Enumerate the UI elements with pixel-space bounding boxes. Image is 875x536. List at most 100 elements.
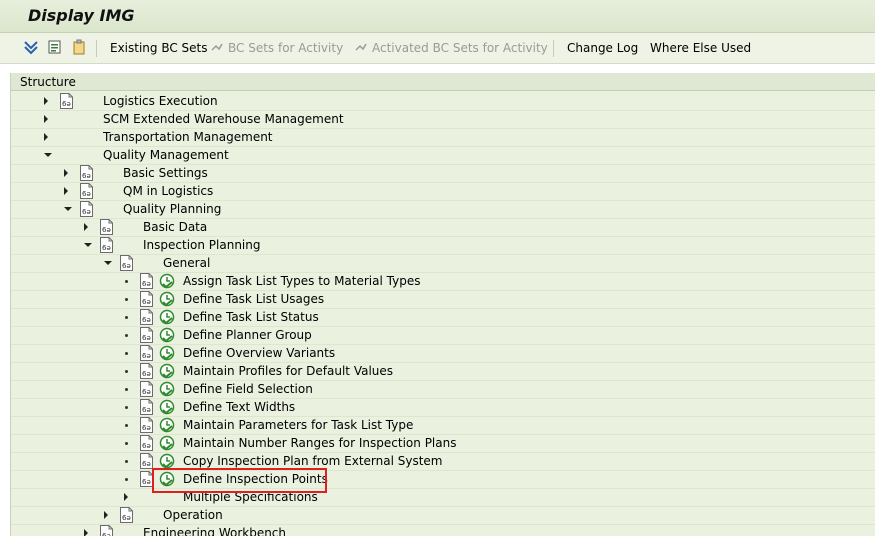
execute-activity-icon[interactable]: [159, 381, 175, 397]
tree-row[interactable]: 6ə Maintain Number Ranges for Inspection …: [11, 434, 875, 453]
execute-activity-icon[interactable]: [159, 417, 175, 433]
tree-node-label[interactable]: Define Overview Variants: [183, 346, 335, 360]
documentation-icon[interactable]: 6ə: [139, 381, 154, 397]
tree-node-label[interactable]: General: [163, 256, 210, 270]
tree-node-label[interactable]: Maintain Number Ranges for Inspection Pl…: [183, 436, 456, 450]
expand-node-icon[interactable]: [44, 97, 48, 105]
tree-node-label[interactable]: Quality Planning: [123, 202, 221, 216]
tree-node-label[interactable]: Transportation Management: [103, 130, 273, 144]
collapse-node-icon[interactable]: [84, 243, 92, 247]
tree-row[interactable]: 6ə Define Text Widths: [11, 398, 875, 417]
tree-row[interactable]: 6ə Engineering Workbench: [11, 524, 875, 536]
tree-row[interactable]: 6ə Define Planner Group: [11, 326, 875, 345]
tree-row[interactable]: 6ə Maintain Profiles for Default Values: [11, 362, 875, 381]
expand-node-icon[interactable]: [124, 493, 128, 501]
clipboard-icon[interactable]: [71, 39, 87, 55]
tree-row[interactable]: 6ə Define Inspection Points: [11, 470, 875, 489]
tree-row[interactable]: 6ə Inspection Planning: [11, 236, 875, 255]
tree-node-label[interactable]: Maintain Parameters for Task List Type: [183, 418, 413, 432]
tree-node-label[interactable]: Logistics Execution: [103, 94, 218, 108]
documentation-icon[interactable]: 6ə: [79, 165, 94, 181]
tree-node-label[interactable]: Define Planner Group: [183, 328, 312, 342]
where-else-used-button[interactable]: Where Else Used: [650, 41, 751, 55]
documentation-icon[interactable]: 6ə: [139, 363, 154, 379]
tree-node-label[interactable]: Define Field Selection: [183, 382, 313, 396]
tree-row[interactable]: 6ə Define Task List Usages: [11, 290, 875, 309]
tree-row[interactable]: 6ə Maintain Parameters for Task List Type: [11, 416, 875, 435]
tree-row[interactable]: 6ə Copy Inspection Plan from External Sys…: [11, 452, 875, 471]
tree-row[interactable]: 6ə Define Overview Variants: [11, 344, 875, 363]
activated-bc-sets-button[interactable]: Activated BC Sets for Activity: [372, 41, 548, 55]
documentation-icon[interactable]: 6ə: [139, 417, 154, 433]
tree-row[interactable]: 6ə Define Task List Status: [11, 308, 875, 327]
tree-node-label[interactable]: Copy Inspection Plan from External Syste…: [183, 454, 442, 468]
expand-node-icon[interactable]: [64, 169, 68, 177]
tree-node-label[interactable]: Operation: [163, 508, 223, 522]
tree-row[interactable]: Transportation Management: [11, 128, 875, 147]
tree-node-label[interactable]: Basic Data: [143, 220, 207, 234]
tree-row[interactable]: 6ə Basic Data: [11, 218, 875, 237]
tree-node-label[interactable]: Quality Management: [103, 148, 229, 162]
tree-node-label[interactable]: Inspection Planning: [143, 238, 261, 252]
tree-row[interactable]: 6ə Operation: [11, 506, 875, 525]
documentation-icon[interactable]: 6ə: [99, 525, 114, 536]
tree-row[interactable]: 6ə QM in Logistics: [11, 182, 875, 201]
expand-node-icon[interactable]: [84, 223, 88, 231]
execute-activity-icon[interactable]: [159, 327, 175, 343]
documentation-icon[interactable]: 6ə: [139, 399, 154, 415]
tree-row[interactable]: 6ə Basic Settings: [11, 164, 875, 183]
tree-node-label[interactable]: Define Text Widths: [183, 400, 295, 414]
tree-row[interactable]: Multiple Specifications: [11, 488, 875, 507]
documentation-icon[interactable]: 6ə: [119, 255, 134, 271]
execute-activity-icon[interactable]: [159, 345, 175, 361]
documentation-icon[interactable]: 6ə: [59, 93, 74, 109]
documentation-icon[interactable]: 6ə: [139, 345, 154, 361]
tree-node-label[interactable]: Define Task List Status: [183, 310, 319, 324]
collapse-icon[interactable]: [47, 39, 63, 55]
documentation-icon[interactable]: 6ə: [139, 291, 154, 307]
documentation-icon[interactable]: 6ə: [99, 237, 114, 253]
tree-node-label[interactable]: QM in Logistics: [123, 184, 213, 198]
collapse-node-icon[interactable]: [44, 153, 52, 157]
tree-node-label[interactable]: Basic Settings: [123, 166, 208, 180]
documentation-icon[interactable]: 6ə: [139, 309, 154, 325]
documentation-icon[interactable]: 6ə: [139, 273, 154, 289]
tree-row[interactable]: SCM Extended Warehouse Management: [11, 110, 875, 129]
execute-activity-icon[interactable]: [159, 363, 175, 379]
tree-node-label[interactable]: Assign Task List Types to Material Types: [183, 274, 420, 288]
tree-row[interactable]: 6ə Logistics Execution: [11, 92, 875, 111]
tree-node-label[interactable]: Define Task List Usages: [183, 292, 324, 306]
collapse-node-icon[interactable]: [104, 261, 112, 265]
tree-row[interactable]: 6ə General: [11, 254, 875, 273]
documentation-icon[interactable]: 6ə: [99, 219, 114, 235]
existing-bc-sets-button[interactable]: Existing BC Sets: [110, 41, 208, 55]
change-log-button[interactable]: Change Log: [567, 41, 638, 55]
tree-row[interactable]: 6ə Define Field Selection: [11, 380, 875, 399]
tree-row[interactable]: Quality Management: [11, 146, 875, 165]
documentation-icon[interactable]: 6ə: [139, 327, 154, 343]
collapse-node-icon[interactable]: [64, 207, 72, 211]
expand-node-icon[interactable]: [64, 187, 68, 195]
execute-activity-icon[interactable]: [159, 453, 175, 469]
execute-activity-icon[interactable]: [159, 273, 175, 289]
execute-activity-icon[interactable]: [159, 291, 175, 307]
documentation-icon[interactable]: 6ə: [139, 453, 154, 469]
execute-activity-icon[interactable]: [159, 309, 175, 325]
tree-row[interactable]: 6ə Assign Task List Types to Material Typ…: [11, 272, 875, 291]
bc-sets-for-activity-button[interactable]: BC Sets for Activity: [228, 41, 343, 55]
tree-node-label[interactable]: Maintain Profiles for Default Values: [183, 364, 393, 378]
documentation-icon[interactable]: 6ə: [119, 507, 134, 523]
tree-node-label[interactable]: Engineering Workbench: [143, 526, 286, 536]
documentation-icon[interactable]: 6ə: [139, 435, 154, 451]
expand-all-icon[interactable]: [23, 39, 39, 55]
expand-node-icon[interactable]: [44, 115, 48, 123]
documentation-icon[interactable]: 6ə: [79, 201, 94, 217]
documentation-icon[interactable]: 6ə: [79, 183, 94, 199]
expand-node-icon[interactable]: [104, 511, 108, 519]
execute-activity-icon[interactable]: [159, 435, 175, 451]
expand-node-icon[interactable]: [44, 133, 48, 141]
expand-node-icon[interactable]: [84, 529, 88, 536]
tree-row[interactable]: 6ə Quality Planning: [11, 200, 875, 219]
execute-activity-icon[interactable]: [159, 399, 175, 415]
tree-node-label[interactable]: SCM Extended Warehouse Management: [103, 112, 344, 126]
